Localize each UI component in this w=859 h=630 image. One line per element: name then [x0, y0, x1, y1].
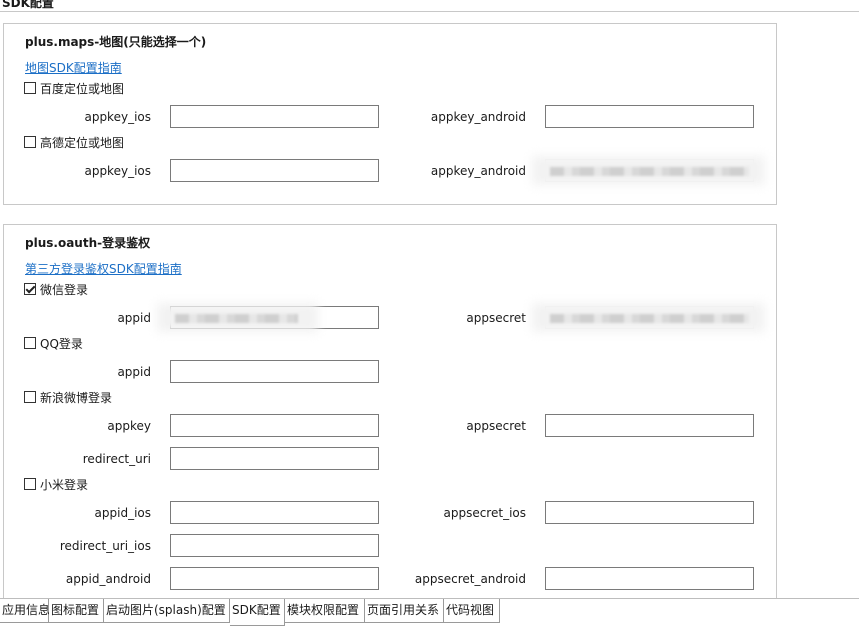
- xiaomi-appid-android-label: appid_android: [65, 572, 151, 586]
- weibo-redirect-uri-input[interactable]: [170, 447, 379, 470]
- xiaomi-appid-android-input[interactable]: [170, 567, 379, 590]
- qq-login-checkbox[interactable]: [24, 337, 36, 349]
- redacted-value: [550, 314, 749, 323]
- amap-appkey-ios-input[interactable]: [170, 159, 379, 182]
- oauth-section-title: plus.oauth-登录鉴权: [25, 236, 151, 250]
- xiaomi-login-label: 小米登录: [40, 477, 89, 492]
- page-header: SDK配置: [0, 0, 859, 12]
- redacted-value: [175, 314, 298, 323]
- qq-appid-label: appid: [117, 365, 151, 379]
- weibo-login-label: 新浪微博登录: [40, 390, 113, 405]
- tab-app-info[interactable]: 应用信息: [0, 599, 50, 623]
- maps-section-title: plus.maps-地图(只能选择一个): [25, 35, 207, 49]
- editor-tab-bar: 应用信息 图标配置 启动图片(splash)配置 SDK配置 模块权限配置 页面…: [0, 598, 859, 630]
- wechat-login-checkbox[interactable]: [24, 283, 36, 295]
- wechat-appid-label: appid: [117, 311, 151, 325]
- oauth-section: plus.oauth-登录鉴权 第三方登录鉴权SDK配置指南 微信登录 appi…: [3, 224, 777, 605]
- amap-appkey-ios-label: appkey_ios: [84, 164, 151, 178]
- baidu-appkey-android-label: appkey_android: [430, 110, 526, 124]
- amap-checkbox[interactable]: [24, 136, 36, 148]
- xiaomi-login-checkbox-row[interactable]: 小米登录: [24, 476, 88, 492]
- xiaomi-appsecret-android-input[interactable]: [545, 567, 754, 590]
- wechat-login-checkbox-row[interactable]: 微信登录: [24, 281, 88, 297]
- weibo-redirect-uri-label: redirect_uri: [82, 452, 151, 466]
- xiaomi-appsecret-ios-label: appsecret_ios: [443, 506, 526, 520]
- redacted-value: [550, 167, 749, 176]
- tab-page-references[interactable]: 页面引用关系: [365, 599, 444, 623]
- amap-label: 高德定位或地图: [40, 135, 125, 150]
- amap-checkbox-row[interactable]: 高德定位或地图: [24, 134, 124, 150]
- baidu-appkey-android-input[interactable]: [545, 105, 754, 128]
- weibo-appkey-input[interactable]: [170, 414, 379, 437]
- amap-appkey-android-label: appkey_android: [430, 164, 526, 178]
- tab-code-view[interactable]: 代码视图: [444, 599, 500, 623]
- baidu-map-label: 百度定位或地图: [40, 81, 125, 96]
- weibo-appsecret-input[interactable]: [545, 414, 754, 437]
- xiaomi-redirect-uri-ios-label: redirect_uri_ios: [59, 539, 151, 553]
- wechat-appsecret-input[interactable]: [532, 303, 765, 332]
- baidu-map-checkbox[interactable]: [24, 82, 36, 94]
- wechat-appsecret-label: appsecret: [466, 311, 526, 325]
- weibo-appkey-label: appkey: [107, 419, 151, 433]
- xiaomi-redirect-uri-ios-input[interactable]: [170, 534, 379, 557]
- qq-login-label: QQ登录: [40, 336, 83, 351]
- xiaomi-login-checkbox[interactable]: [24, 478, 36, 490]
- page-title: SDK配置: [2, 0, 54, 10]
- qq-appid-input[interactable]: [170, 360, 379, 383]
- baidu-map-checkbox-row[interactable]: 百度定位或地图: [24, 80, 124, 96]
- maps-guide-link[interactable]: 地图SDK配置指南: [25, 59, 122, 76]
- wechat-login-label: 微信登录: [40, 282, 89, 297]
- weibo-appsecret-label: appsecret: [466, 419, 526, 433]
- xiaomi-appsecret-ios-input[interactable]: [545, 501, 754, 524]
- tab-sdk-config[interactable]: SDK配置: [230, 599, 285, 626]
- tab-splash-config[interactable]: 启动图片(splash)配置: [104, 599, 230, 623]
- oauth-guide-link[interactable]: 第三方登录鉴权SDK配置指南: [25, 260, 182, 277]
- tab-module-permissions[interactable]: 模块权限配置: [285, 599, 365, 623]
- weibo-login-checkbox-row[interactable]: 新浪微博登录: [24, 389, 112, 405]
- amap-appkey-android-input[interactable]: [532, 156, 765, 185]
- baidu-appkey-ios-label: appkey_ios: [84, 110, 151, 124]
- weibo-login-checkbox[interactable]: [24, 391, 36, 403]
- baidu-appkey-ios-input[interactable]: [170, 105, 379, 128]
- tab-icon-config[interactable]: 图标配置: [49, 599, 104, 623]
- maps-section: plus.maps-地图(只能选择一个) 地图SDK配置指南 百度定位或地图 a…: [3, 23, 777, 205]
- xiaomi-appid-ios-label: appid_ios: [94, 506, 151, 520]
- qq-login-checkbox-row[interactable]: QQ登录: [24, 335, 83, 351]
- xiaomi-appsecret-android-label: appsecret_android: [414, 572, 526, 586]
- xiaomi-appid-ios-input[interactable]: [170, 501, 379, 524]
- wechat-appid-input[interactable]: [157, 303, 379, 332]
